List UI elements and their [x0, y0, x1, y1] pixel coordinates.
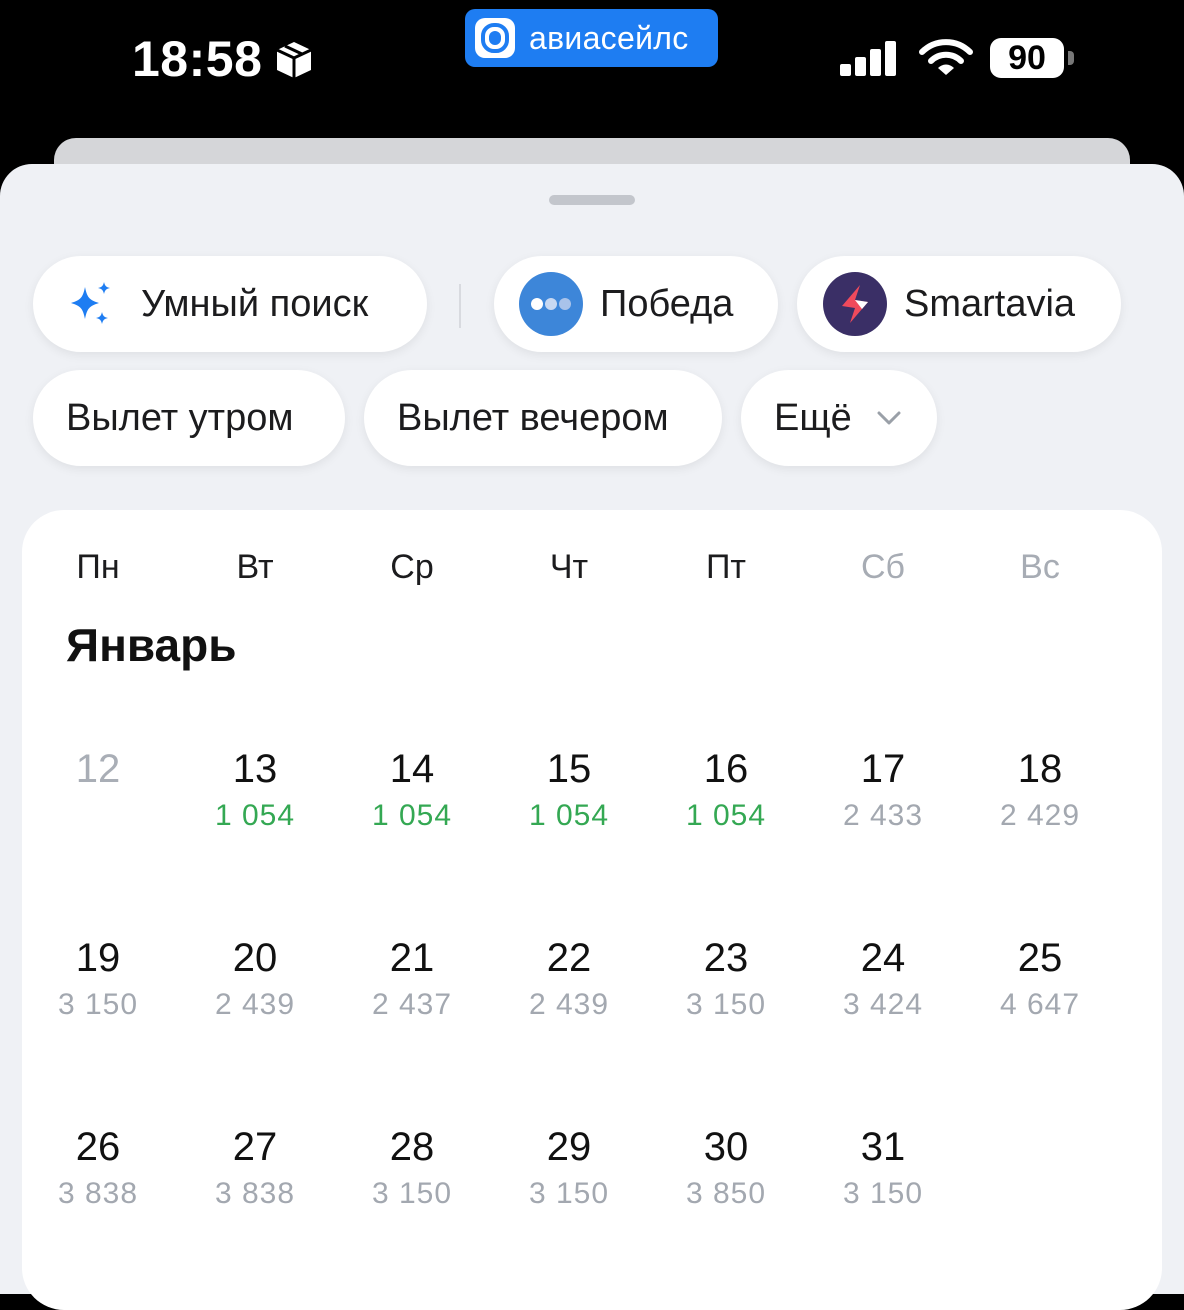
day-number: 27: [232, 1125, 278, 1169]
day-number: 28: [389, 1125, 435, 1169]
day-number: 15: [546, 747, 592, 791]
day-price: 3 150: [685, 988, 767, 1021]
chevron-down-icon: [876, 410, 902, 426]
calendar-card: Пн Вт Ср Чт Пт Сб Вс Январь 12 13 1 054 14 1 054 15…: [22, 510, 1162, 1310]
evening-departure-label: Вылет вечером: [397, 396, 669, 439]
day-number: 17: [860, 747, 906, 791]
day-price: 3 424: [842, 988, 924, 1021]
calendar-day[interactable]: 14 1 054: [342, 746, 482, 834]
calendar-sheet: Умный поиск Победа Smartavia Вылет утром: [0, 164, 1184, 1310]
pobeda-chip[interactable]: Победа: [494, 256, 778, 352]
day-number: 23: [703, 936, 749, 980]
morning-departure-chip[interactable]: Вылет утром: [33, 370, 345, 466]
calendar-day[interactable]: 22 2 439: [499, 935, 639, 1023]
smartavia-label: Smartavia: [904, 282, 1076, 325]
calendar-day[interactable]: 20 2 439: [185, 935, 325, 1023]
more-filters-chip[interactable]: Ещё: [741, 370, 937, 466]
pobeda-label: Победа: [600, 282, 734, 325]
weekday-label: Вс: [1020, 548, 1060, 586]
day-price: 2 433: [842, 799, 924, 832]
day-price: 2 439: [214, 988, 296, 1021]
package-icon: [276, 42, 312, 78]
evening-departure-chip[interactable]: Вылет вечером: [364, 370, 722, 466]
calendar-day[interactable]: 15 1 054: [499, 746, 639, 834]
aviasales-logo-icon: [475, 18, 515, 58]
cellular-signal-icon: [840, 41, 896, 76]
day-number: 30: [703, 1125, 749, 1169]
battery-cap: [1068, 51, 1074, 65]
day-price: 1 054: [528, 799, 610, 832]
day-number: 14: [389, 747, 435, 791]
day-price: 2 429: [999, 799, 1081, 832]
wifi-icon: [919, 39, 973, 75]
day-number: 16: [703, 747, 749, 791]
calendar-day[interactable]: 18 2 429: [970, 746, 1110, 834]
status-time: 18:58: [132, 31, 263, 87]
chips-divider: [459, 284, 461, 328]
day-price: 2 439: [528, 988, 610, 1021]
day-number: 24: [860, 936, 906, 980]
day-price: 3 850: [685, 1177, 767, 1210]
day-number: 21: [389, 936, 435, 980]
day-price: 4 647: [999, 988, 1081, 1021]
calendar-day[interactable]: 26 3 838: [28, 1124, 168, 1212]
smart-search-chip[interactable]: Умный поиск: [33, 256, 427, 352]
smartavia-chip[interactable]: Smartavia: [797, 256, 1121, 352]
day-price: 2 437: [371, 988, 453, 1021]
calendar-day[interactable]: 25 4 647: [970, 935, 1110, 1023]
day-price: 1 054: [371, 799, 453, 832]
calendar-day[interactable]: 30 3 850: [656, 1124, 796, 1212]
morning-departure-label: Вылет утром: [66, 396, 294, 439]
weekday-label: Пт: [705, 548, 746, 586]
sparkles-icon: [65, 279, 115, 329]
day-number: 29: [546, 1125, 592, 1169]
pobeda-logo-icon: [518, 271, 584, 337]
calendar-day[interactable]: 28 3 150: [342, 1124, 482, 1212]
smartavia-logo-icon: [822, 271, 888, 337]
day-price: 3 150: [57, 988, 139, 1021]
day-price: 1 054: [685, 799, 767, 832]
calendar-day[interactable]: 27 3 838: [185, 1124, 325, 1212]
weekday-label: Ср: [390, 548, 434, 586]
day-number: 13: [232, 747, 278, 791]
battery-level: 90: [990, 38, 1064, 78]
calendar-day[interactable]: 24 3 424: [813, 935, 953, 1023]
calendar-day: 12: [28, 746, 168, 792]
weekday-label: Сб: [860, 548, 906, 586]
calendar-day[interactable]: 23 3 150: [656, 935, 796, 1023]
weekday-label: Вт: [236, 548, 274, 586]
calendar-day[interactable]: 29 3 150: [499, 1124, 639, 1212]
weekday-label: Пн: [76, 548, 120, 586]
battery-indicator: 90: [990, 38, 1076, 78]
day-price: 3 150: [371, 1177, 453, 1210]
more-filters-label: Ещё: [774, 396, 852, 439]
app-name: авиасейлс: [529, 19, 689, 56]
day-price: 3 838: [57, 1177, 139, 1210]
calendar-day[interactable]: 31 3 150: [813, 1124, 953, 1212]
day-price: 3 150: [842, 1177, 924, 1210]
day-number: 26: [75, 1125, 121, 1169]
day-number: 22: [546, 936, 592, 980]
weekday-label: Чт: [549, 548, 589, 586]
day-number: 18: [1017, 747, 1063, 791]
day-number: 20: [232, 936, 278, 980]
day-number: 25: [1017, 936, 1063, 980]
day-price: 3 150: [528, 1177, 610, 1210]
sheet-grabber[interactable]: [549, 195, 635, 205]
month-title: Январь: [66, 619, 237, 671]
smart-search-label: Умный поиск: [141, 282, 369, 325]
day-number: 19: [75, 936, 121, 980]
calendar-day[interactable]: 19 3 150: [28, 935, 168, 1023]
day-price: 1 054: [214, 799, 296, 832]
day-number: 12: [75, 747, 121, 791]
calendar-day[interactable]: 21 2 437: [342, 935, 482, 1023]
calendar-day[interactable]: 13 1 054: [185, 746, 325, 834]
calendar-day[interactable]: 17 2 433: [813, 746, 953, 834]
status-bar: 18:58 авиасейлс 90: [0, 0, 1184, 140]
calendar-day[interactable]: 16 1 054: [656, 746, 796, 834]
day-price: 3 838: [214, 1177, 296, 1210]
app-indicator-pill[interactable]: авиасейлс: [465, 9, 718, 67]
day-number: 31: [860, 1125, 906, 1169]
